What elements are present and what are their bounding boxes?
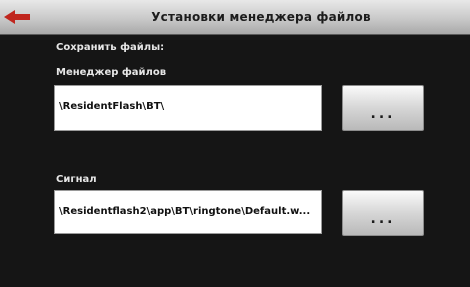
signal-path-field[interactable]: \Residentflash2\app\BT\ringtone\Default.…	[54, 190, 322, 234]
signal-path-value: \Residentflash2\app\BT\ringtone\Default.…	[59, 206, 311, 217]
title-bar: Установки менеджера файлов	[0, 0, 470, 35]
signal-label: Сигнал	[56, 174, 97, 185]
signal-browse-button[interactable]: ...	[342, 190, 424, 236]
file-manager-path-value: \ResidentFlash\BT\	[59, 101, 165, 112]
back-button[interactable]	[0, 0, 52, 34]
arrow-left-icon	[4, 10, 30, 24]
file-manager-label: Менеджер файлов	[56, 67, 167, 78]
page-title: Установки менеджера файлов	[151, 10, 371, 24]
file-manager-browse-button[interactable]: ...	[342, 85, 424, 131]
file-manager-path-field[interactable]: \ResidentFlash\BT\	[54, 85, 322, 131]
save-files-label: Сохранить файлы:	[56, 42, 165, 53]
settings-screen: Установки менеджера файлов Сохранить фай…	[0, 0, 470, 287]
